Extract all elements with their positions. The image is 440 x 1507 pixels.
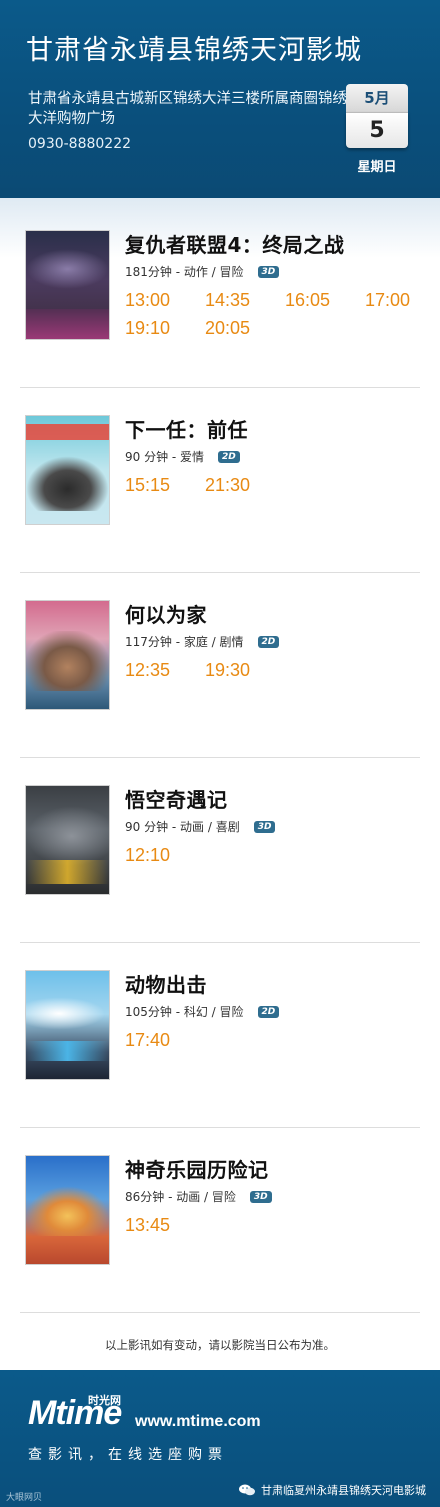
movie-poster[interactable] [25,600,110,710]
movie-duration-genre: 90 分钟 - 爱情 [125,450,205,464]
showtime[interactable]: 13:00 [125,290,205,311]
movie-info: 悟空奇遇记 90 分钟 - 动画 / 喜剧 3D 12:10 [125,784,425,866]
showtime[interactable]: 17:00 [365,290,440,311]
movie-meta: 90 分钟 - 动画 / 喜剧 3D [125,818,425,835]
movie-item[interactable]: 悟空奇遇记 90 分钟 - 动画 / 喜剧 3D 12:10 [20,758,420,943]
movie-item[interactable]: 何以为家 117分钟 - 家庭 / 剧情 2D 12:35 19:30 [20,573,420,758]
format-badge: 2D [257,1005,280,1018]
movie-item[interactable]: 神奇乐园历险记 86分钟 - 动画 / 冒险 3D 13:45 [20,1128,420,1313]
movie-info: 复仇者联盟4：终局之战 181分钟 - 动作 / 冒险 3D 13:00 14:… [125,229,425,339]
calendar-day: 5 [346,112,408,148]
showtime[interactable]: 19:30 [205,660,285,681]
calendar-month: 5月 [346,84,408,112]
wechat-account: 甘肃临夏州永靖县锦绣天河电影城 [239,1482,426,1498]
showtime[interactable]: 16:05 [285,290,365,311]
movie-info: 何以为家 117分钟 - 家庭 / 剧情 2D 12:35 19:30 [125,599,425,681]
movie-title: 悟空奇遇记 [125,788,228,812]
logo-chinese: 时光网 [88,1394,121,1407]
footer: Mtime 时光网 www.mtime.com 查影讯，在线选座购票 大眼网贝 … [0,1363,440,1507]
showtimes: 13:45 [125,1215,425,1236]
calendar-weekday: 星期日 [357,160,397,175]
movie-item[interactable]: 复仇者联盟4：终局之战 181分钟 - 动作 / 冒险 3D 13:00 14:… [20,203,420,388]
format-badge: 2D [257,635,280,648]
header: 甘肃省永靖县锦绣天河影城 甘肃省永靖县古城新区锦绣大洋三楼所属商圈锦绣大洋购物广… [0,0,440,202]
showtime[interactable]: 21:30 [205,475,285,496]
movie-info: 神奇乐园历险记 86分钟 - 动画 / 冒险 3D 13:45 [125,1154,425,1236]
footer-slogan: 查影讯，在线选座购票 [28,1447,228,1463]
showtime[interactable]: 13:45 [125,1215,205,1236]
movie-list: 复仇者联盟4：终局之战 181分钟 - 动作 / 冒险 3D 13:00 14:… [0,203,440,1313]
movie-duration-genre: 105分钟 - 科幻 / 冒险 [125,1005,244,1019]
showtime[interactable]: 17:40 [125,1030,205,1051]
showtimes: 13:00 14:35 16:05 17:00 19:10 20:05 [125,290,425,339]
theater-phone[interactable]: 0930-8880222 [28,136,131,152]
showtimes: 12:35 19:30 [125,660,425,681]
format-badge: 3D [249,1190,272,1203]
showtime[interactable]: 12:35 [125,660,205,681]
movie-item[interactable]: 下一任：前任 90 分钟 - 爱情 2D 15:15 21:30 [20,388,420,573]
movie-duration-genre: 117分钟 - 家庭 / 剧情 [125,635,244,649]
mtime-logo[interactable]: Mtime 时光网 [28,1394,122,1433]
site-link[interactable]: www.mtime.com [135,1413,261,1431]
movie-meta: 181分钟 - 动作 / 冒险 3D [125,263,425,280]
movie-title: 复仇者联盟4：终局之战 [125,233,345,257]
movie-title: 动物出击 [125,973,207,997]
movie-meta: 90 分钟 - 爱情 2D [125,448,425,465]
wechat-account-name: 甘肃临夏州永靖县锦绣天河电影城 [261,1484,426,1497]
showtime[interactable]: 14:35 [205,290,285,311]
showtimes: 12:10 [125,845,425,866]
corner-watermark: 大眼网贝 [6,1493,43,1503]
movie-poster[interactable] [25,230,110,340]
date-calendar: 5月 5 星期日 [346,84,408,175]
movie-poster[interactable] [25,970,110,1080]
theater-name: 甘肃省永靖县锦绣天河影城 [26,35,362,66]
showtime[interactable]: 20:05 [205,318,285,339]
wechat-icon [239,1484,255,1496]
movie-meta: 105分钟 - 科幻 / 冒险 2D [125,1003,425,1020]
movie-meta: 117分钟 - 家庭 / 剧情 2D [125,633,425,650]
movie-duration-genre: 86分钟 - 动画 / 冒险 [125,1190,236,1204]
movie-duration-genre: 90 分钟 - 动画 / 喜剧 [125,820,240,834]
movie-title: 下一任：前任 [125,418,248,442]
movie-info: 动物出击 105分钟 - 科幻 / 冒险 2D 17:40 [125,969,425,1051]
movie-poster[interactable] [25,415,110,525]
movie-item[interactable]: 动物出击 105分钟 - 科幻 / 冒险 2D 17:40 [20,943,420,1128]
movie-title: 神奇乐园历险记 [125,1158,269,1182]
schedule-notice: 以上影讯如有变动，请以影院当日公布为准。 [105,1338,335,1352]
showtime[interactable]: 12:10 [125,845,205,866]
showtimes: 15:15 21:30 [125,475,425,496]
showtime[interactable]: 19:10 [125,318,205,339]
footer-scallop-edge [0,1363,440,1377]
showtime[interactable]: 15:15 [125,475,205,496]
format-badge: 3D [253,820,276,833]
theater-address: 甘肃省永靖县古城新区锦绣大洋三楼所属商圈锦绣大洋购物广场 [28,91,347,127]
movie-meta: 86分钟 - 动画 / 冒险 3D [125,1188,425,1205]
movie-poster[interactable] [25,785,110,895]
movie-poster[interactable] [25,1155,110,1265]
format-badge: 2D [218,450,240,463]
format-badge: 3D [257,265,280,278]
movie-duration-genre: 181分钟 - 动作 / 冒险 [125,265,244,279]
movie-title: 何以为家 [125,603,207,627]
showtimes: 17:40 [125,1030,425,1051]
movie-info: 下一任：前任 90 分钟 - 爱情 2D 15:15 21:30 [125,414,425,496]
